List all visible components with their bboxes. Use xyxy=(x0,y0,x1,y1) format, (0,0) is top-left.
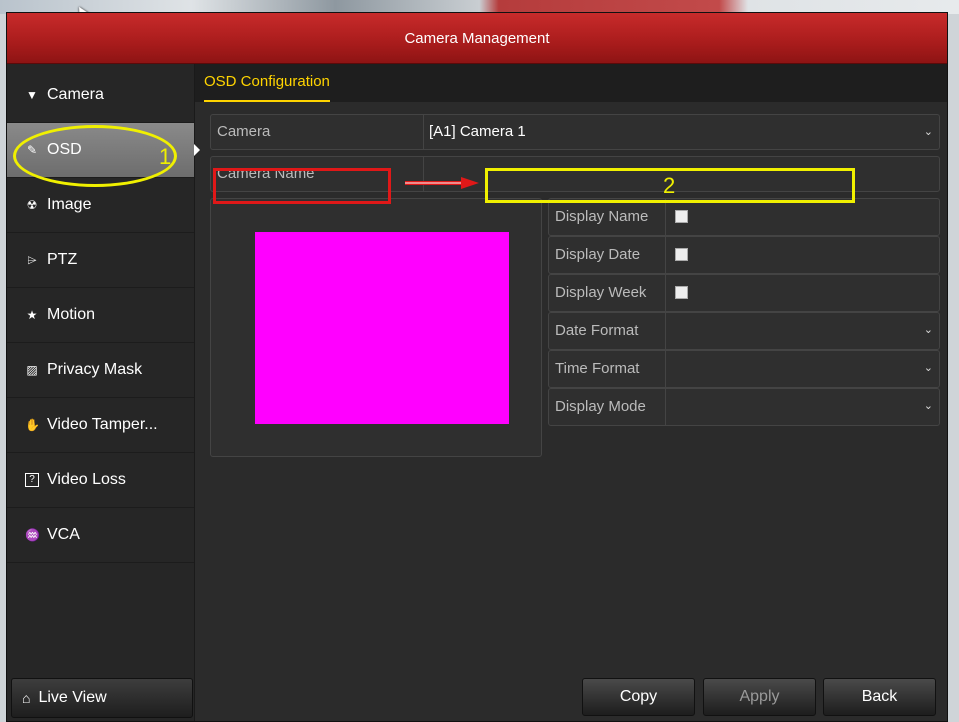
tab-osd-configuration[interactable]: OSD Configuration xyxy=(204,64,330,102)
display-date-checkbox[interactable] xyxy=(675,248,688,261)
sidebar-item-camera[interactable]: ▼ Camera xyxy=(7,68,194,123)
tab-bar: OSD Configuration xyxy=(195,64,947,102)
display-date-option: Display Date xyxy=(548,236,940,274)
chevron-down-icon: ⌄ xyxy=(923,324,933,336)
camera-management-window: Camera Management ▼ Camera ✎ OSD ☢ Image… xyxy=(6,12,948,722)
sidebar-item-label: PTZ xyxy=(47,251,78,268)
sidebar-item-label: Privacy Mask xyxy=(47,361,143,378)
sidebar-item-motion[interactable]: ★ Motion xyxy=(7,288,194,343)
date-format-label: Date Format xyxy=(555,322,639,339)
camera-select[interactable]: Camera [A1] Camera 1 ⌄ xyxy=(210,114,940,150)
date-format-select[interactable]: Date Format ⌄ xyxy=(548,312,940,350)
display-mode-label: Display Mode xyxy=(555,398,646,415)
divider xyxy=(665,351,666,387)
back-button[interactable]: Back xyxy=(823,678,936,716)
chevron-down-icon: ⌄ xyxy=(923,400,933,412)
annotation-marker-1: 1 xyxy=(159,144,172,169)
divider xyxy=(665,237,666,273)
live-view-button[interactable]: ⌂ Live View xyxy=(11,678,193,718)
camera-value: [A1] Camera 1 xyxy=(429,123,526,140)
sidebar-item-label: Camera xyxy=(47,86,104,103)
divider xyxy=(423,115,424,149)
copy-button[interactable]: Copy xyxy=(582,678,695,716)
divider xyxy=(665,389,666,425)
annotation-arrow-icon xyxy=(405,177,479,189)
ptz-icon: ⌲ xyxy=(27,252,37,267)
sidebar-item-ptz[interactable]: ⌲ PTZ xyxy=(7,233,194,288)
live-view-label: Live View xyxy=(38,689,107,706)
display-week-checkbox[interactable] xyxy=(675,286,688,299)
sidebar-item-privacy-mask[interactable]: ▨ Privacy Mask xyxy=(7,343,194,398)
sidebar-item-video-tamper[interactable]: ✋ Video Tamper... xyxy=(7,398,194,453)
sidebar-item-vca[interactable]: ♒ VCA xyxy=(7,508,194,563)
annotation-ellipse xyxy=(13,125,177,187)
display-date-label: Display Date xyxy=(555,246,641,263)
display-week-label: Display Week xyxy=(555,284,647,301)
divider xyxy=(665,275,666,311)
camera-icon: ▼ xyxy=(26,88,38,102)
sidebar-item-label: Motion xyxy=(47,306,96,323)
sidebar-item-video-loss[interactable]: ? Video Loss xyxy=(7,453,194,508)
video-loss-icon: ? xyxy=(25,473,39,487)
video-preview-panel xyxy=(210,198,542,457)
display-name-option: Display Name xyxy=(548,198,940,236)
time-format-label: Time Format xyxy=(555,360,640,377)
sidebar-item-label: VCA xyxy=(47,526,80,543)
video-tamper-icon: ✋ xyxy=(25,418,40,432)
home-icon: ⌂ xyxy=(22,690,31,706)
time-format-select[interactable]: Time Format ⌄ xyxy=(548,350,940,388)
sidebar-item-label: Video Loss xyxy=(47,471,126,488)
chevron-down-icon: ⌄ xyxy=(923,126,933,138)
display-name-checkbox[interactable] xyxy=(675,210,688,223)
display-week-option: Display Week xyxy=(548,274,940,312)
divider xyxy=(665,313,666,349)
privacy-mask-icon: ▨ xyxy=(26,363,38,377)
chevron-down-icon: ⌄ xyxy=(923,362,933,374)
camera-label: Camera xyxy=(217,123,271,140)
sidebar-item-label: Image xyxy=(47,196,92,213)
video-preview[interactable] xyxy=(255,232,509,424)
motion-icon: ★ xyxy=(26,308,38,322)
annotation-marker-2: 2 xyxy=(663,173,676,198)
annotation-red-box xyxy=(213,168,391,204)
apply-button[interactable]: Apply xyxy=(703,678,816,716)
vca-icon: ♒ xyxy=(25,528,40,542)
sidebar-item-label: Video Tamper... xyxy=(47,416,158,433)
image-icon: ☢ xyxy=(26,198,38,212)
display-name-label: Display Name xyxy=(555,208,649,225)
display-mode-select[interactable]: Display Mode ⌄ xyxy=(548,388,940,426)
window-title: Camera Management xyxy=(7,13,947,64)
divider xyxy=(665,199,666,235)
